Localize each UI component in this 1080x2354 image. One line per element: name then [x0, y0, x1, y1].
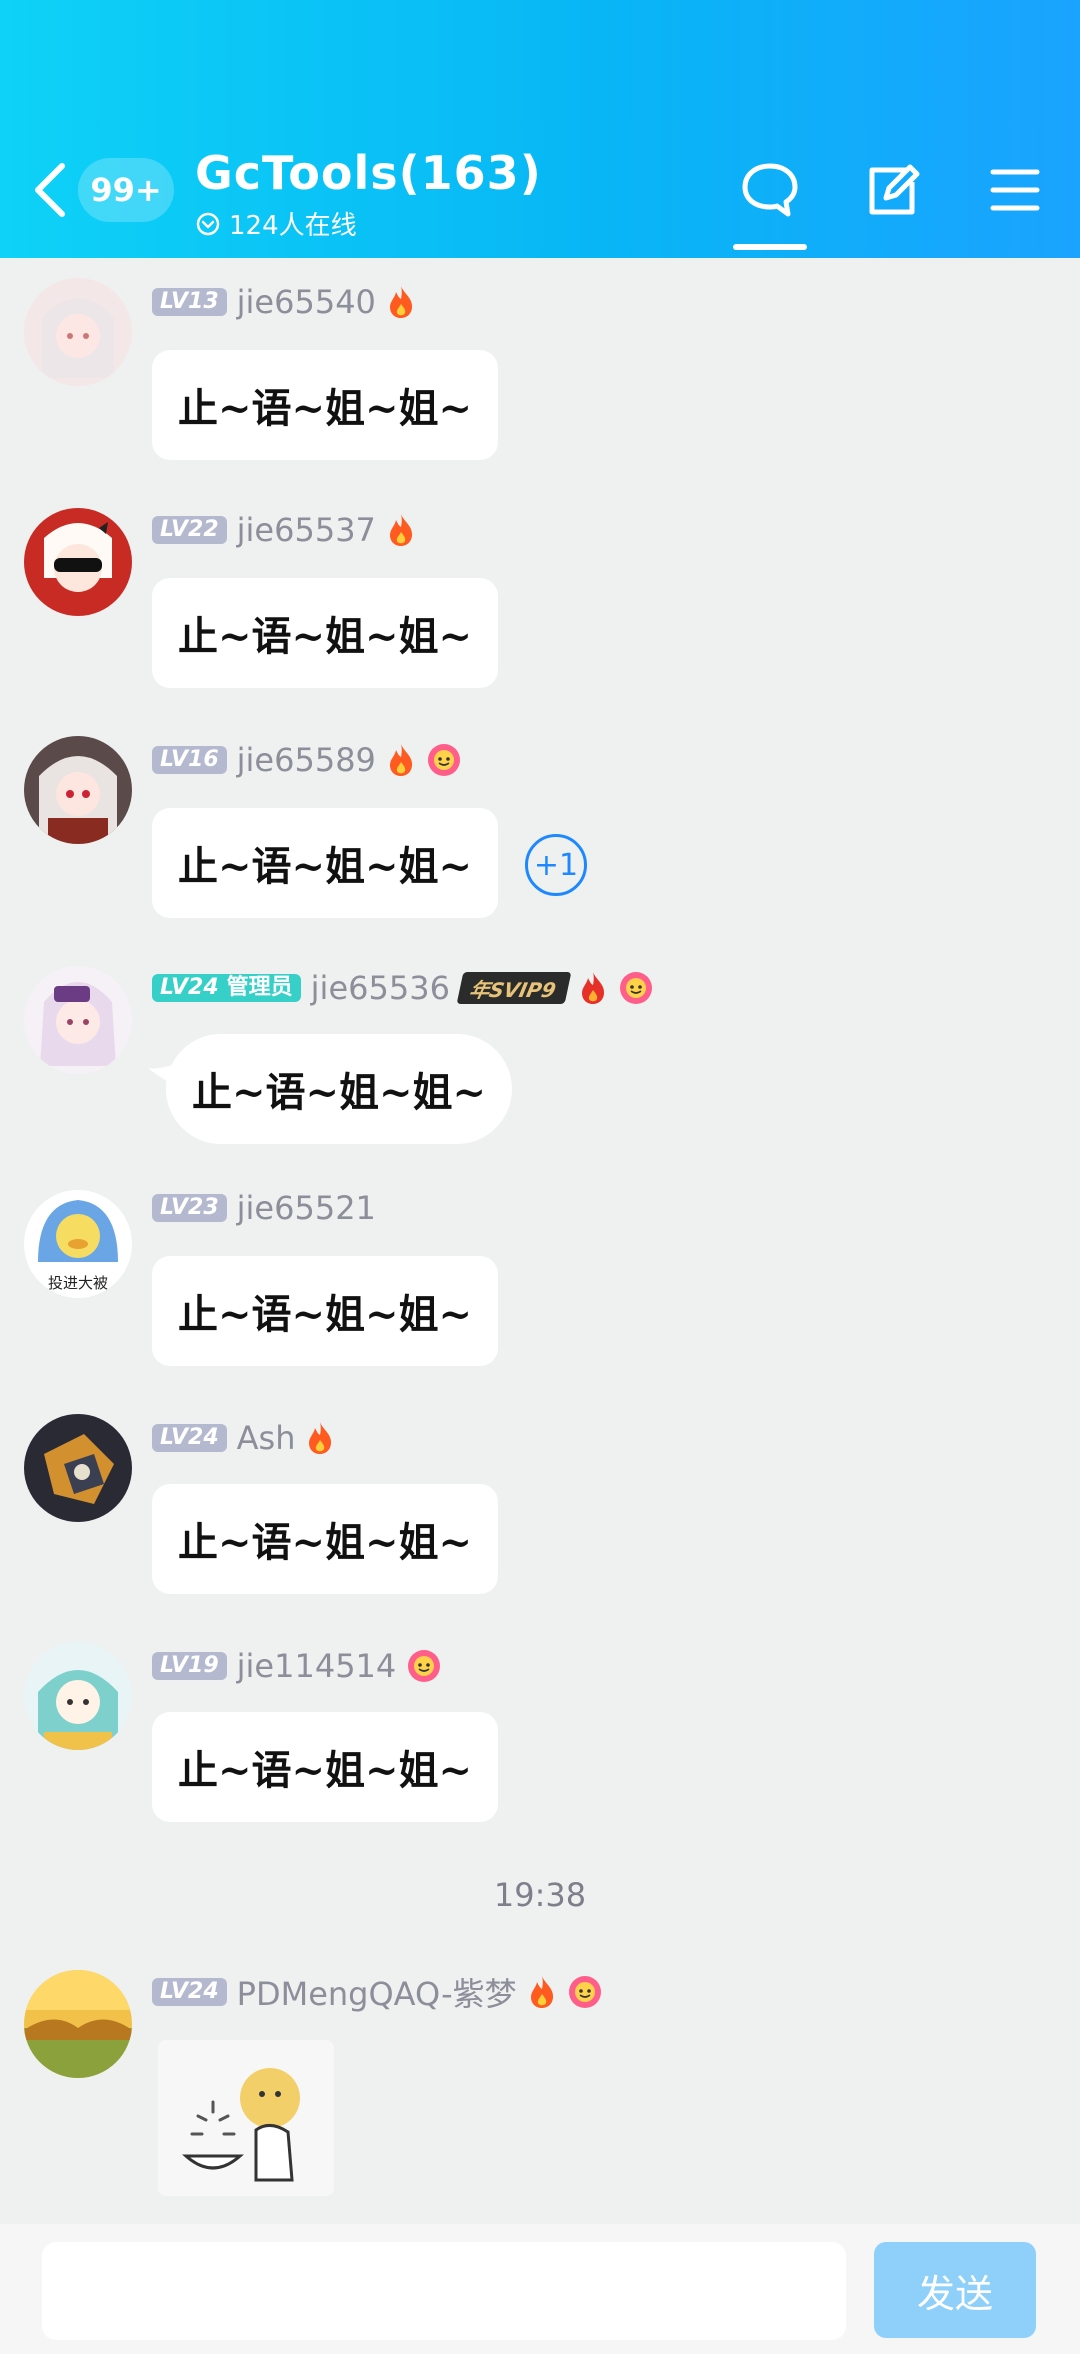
level-badge: LV22 [152, 516, 227, 544]
menu-icon[interactable] [985, 160, 1045, 220]
online-status[interactable]: 124人在线 [195, 205, 357, 242]
fire-icon [389, 744, 412, 776]
message-bubble[interactable]: 止~语~姐~姐~ [152, 808, 499, 918]
fire-icon [309, 1422, 332, 1454]
username[interactable]: jie65537 [237, 511, 376, 549]
admin-badge: LV24 管理员 [152, 974, 301, 1002]
user-avatar[interactable] [24, 1970, 132, 2078]
user-avatar[interactable] [24, 736, 132, 844]
username[interactable]: jie114514 [237, 1647, 397, 1685]
level-badge: LV13 [152, 288, 227, 316]
level-badge: LV19 [152, 1652, 227, 1680]
message-bubble[interactable]: 止~语~姐~姐~ [152, 578, 499, 688]
username[interactable]: PDMengQAQ-紫梦 [237, 1969, 517, 2015]
svip-badge: 年SVIP9 [456, 972, 572, 1004]
input-bar: 发送 [0, 2224, 1080, 2354]
online-count: 124人在线 [229, 211, 357, 241]
fire-icon [389, 514, 412, 546]
timestamp-divider: 19:38 [493, 1876, 587, 1914]
chevron-down-circle-icon [196, 212, 220, 235]
flower-icon [568, 1976, 601, 2008]
flower-icon [427, 744, 460, 776]
flower-icon [408, 1650, 441, 1682]
message-bubble[interactable]: 止~语~姐~姐~ [152, 1712, 499, 1822]
send-button[interactable]: 发送 [874, 2242, 1036, 2338]
fire-icon [581, 972, 604, 1004]
level-number: LV24 [160, 975, 219, 1000]
message-input[interactable] [42, 2242, 846, 2340]
message-bubble[interactable]: 止~语~姐~姐~ [152, 350, 499, 460]
user-avatar[interactable] [24, 966, 132, 1074]
level-badge: LV23 [152, 1194, 227, 1222]
flower-icon [619, 972, 652, 1004]
level-badge: LV24 [152, 1424, 227, 1452]
message-bubble[interactable]: 止~语~姐~姐~ [152, 1484, 499, 1594]
avatar-caption: 投进大被 [48, 1274, 108, 1292]
active-tab-indicator [733, 244, 807, 250]
username[interactable]: jie65521 [237, 1189, 376, 1227]
message-bubble[interactable]: 止~语~姐~姐~ [166, 1034, 513, 1144]
username[interactable]: jie65540 [237, 283, 376, 321]
message-bubble[interactable]: 止~语~姐~姐~ [152, 1256, 499, 1366]
user-avatar[interactable] [24, 278, 132, 386]
group-title[interactable]: GcTools(163) [195, 146, 542, 200]
unread-count-badge[interactable]: 99+ [78, 158, 174, 222]
edit-icon[interactable] [862, 160, 922, 220]
user-avatar[interactable] [24, 508, 132, 616]
chat-bubble-icon[interactable] [740, 160, 800, 220]
chat-header: 99+ GcTools(163) 124人在线 [0, 0, 1080, 258]
plus-one-button[interactable]: +1 [525, 834, 587, 896]
username[interactable]: jie65536 [311, 969, 450, 1007]
back-arrow-icon[interactable] [30, 160, 74, 220]
fire-icon [530, 1976, 553, 2008]
sticker-image[interactable] [158, 2040, 334, 2196]
level-badge: LV16 [152, 746, 227, 774]
user-avatar[interactable] [24, 1642, 132, 1750]
fire-icon [389, 286, 412, 318]
username[interactable]: jie65589 [237, 741, 376, 779]
level-badge: LV24 [152, 1978, 227, 2006]
user-avatar[interactable]: 投进大被 [24, 1190, 132, 1298]
user-avatar[interactable] [24, 1414, 132, 1522]
role-label: 管理员 [226, 975, 293, 1000]
username[interactable]: Ash [237, 1419, 296, 1457]
